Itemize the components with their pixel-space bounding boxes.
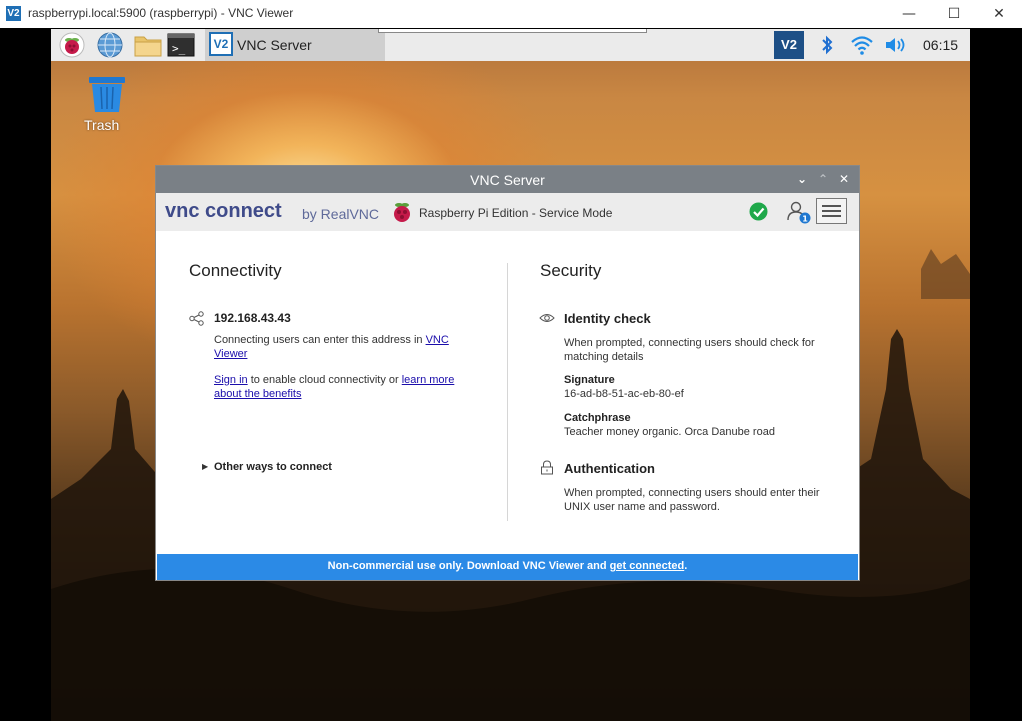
non-commercial-banner: Non-commercial use only. Download VNC Vi… [157, 554, 858, 580]
lock-icon [541, 460, 553, 475]
signature-label: Signature [564, 374, 615, 386]
menu-hamburger-icon[interactable] [816, 198, 847, 224]
user-count-badge: 1 [802, 215, 808, 224]
wifi-icon[interactable] [850, 34, 874, 56]
cloud-help-text: Sign in to enable cloud connectivity or … [214, 374, 474, 401]
column-divider [507, 263, 508, 521]
terminal-icon[interactable]: >_ [167, 32, 195, 58]
web-browser-icon[interactable] [96, 32, 124, 58]
dialog-close-icon[interactable]: ✕ [835, 170, 853, 188]
connectivity-heading: Connectivity [189, 261, 282, 280]
address-help-text: Connecting users can enter this address … [214, 334, 474, 361]
cloud-help-mid: to enable cloud connectivity or [247, 374, 402, 386]
authentication-title: Authentication [564, 461, 655, 476]
brand-bar: vnc connect by RealVNC Raspberry Pi Edit… [156, 193, 859, 231]
banner-text-prefix: Non-commercial use only. Download VNC Vi… [327, 560, 610, 572]
dialog-minimize-chevron-down-icon[interactable]: ⌄ [793, 170, 811, 188]
file-manager-icon[interactable] [133, 32, 163, 58]
viewer-titlebar: V2 raspberrypi.local:5900 (raspberrypi) … [0, 0, 1022, 28]
ip-address[interactable]: 192.168.43.43 [214, 311, 291, 325]
edition-label: Raspberry Pi Edition - Service Mode [419, 206, 613, 220]
eye-icon [539, 314, 555, 322]
svg-text:>_: >_ [172, 42, 186, 55]
vnc-tray-icon[interactable]: V2 [774, 31, 804, 59]
share-network-icon [189, 311, 204, 326]
volume-icon[interactable] [884, 36, 910, 54]
get-connected-link[interactable]: get connected [610, 560, 685, 572]
banner-text-suffix: . [684, 560, 688, 572]
other-ways-toggle[interactable]: Other ways to connect [214, 461, 332, 473]
taskbar: >_ V2 VNC Server V2 06:15 [51, 29, 970, 61]
catchphrase-label: Catchphrase [564, 412, 631, 424]
vnc-server-dialog: VNC Server ⌄ ⌃ ✕ vnc connect by RealVNC … [156, 166, 859, 580]
vnc-connect-logo: vnc connect [165, 200, 282, 222]
security-heading: Security [540, 261, 602, 280]
sign-in-link[interactable]: Sign in [214, 374, 248, 386]
minimize-button[interactable]: — [886, 0, 932, 28]
authentication-desc: When prompted, connecting users should e… [564, 487, 820, 513]
identity-check-desc: When prompted, connecting users should c… [564, 337, 815, 363]
dialog-titlebar[interactable]: VNC Server ⌄ ⌃ ✕ [156, 166, 859, 193]
identity-check-title: Identity check [564, 311, 651, 326]
trash-label: Trash [84, 117, 120, 133]
vnc-server-task-icon: V2 [209, 32, 233, 56]
connected-users-icon[interactable]: 1 [786, 200, 812, 224]
signature-value: 16-ad-b8-51-ac-eb-80-ef [564, 388, 684, 400]
raspberry-pi-logo-icon [394, 203, 410, 222]
dialog-maximize-chevron-up-icon[interactable]: ⌃ [814, 170, 832, 188]
status-ok-check-icon [749, 202, 768, 221]
vnc-viewer-app-icon: V2 [6, 6, 21, 21]
brand-byline: by RealVNC [302, 206, 380, 222]
close-window-button[interactable]: ✕ [976, 0, 1022, 28]
bluetooth-icon[interactable] [819, 35, 835, 55]
trash-icon[interactable] [87, 75, 127, 113]
window-title: raspberrypi.local:5900 (raspberrypi) - V… [28, 6, 294, 20]
raspberry-menu-icon[interactable] [59, 32, 85, 58]
maximize-button[interactable]: ☐ [931, 0, 977, 28]
task-label: VNC Server [237, 37, 312, 53]
address-help-prefix: Connecting users can enter this address … [214, 334, 426, 346]
expand-triangle-icon[interactable]: ▶ [202, 462, 208, 471]
taskbar-item-vnc-server[interactable]: V2 VNC Server [205, 29, 385, 61]
taskbar-hidden-window-edge [378, 29, 647, 33]
clock: 06:15 [923, 37, 959, 53]
remote-desktop[interactable]: >_ V2 VNC Server V2 06:15 Trash VNC Serv… [51, 29, 970, 721]
catchphrase-value: Teacher money organic. Orca Danube road [564, 426, 775, 438]
banner-text: Non-commercial use only. Download VNC Vi… [157, 560, 858, 572]
dialog-title: VNC Server [470, 172, 545, 188]
